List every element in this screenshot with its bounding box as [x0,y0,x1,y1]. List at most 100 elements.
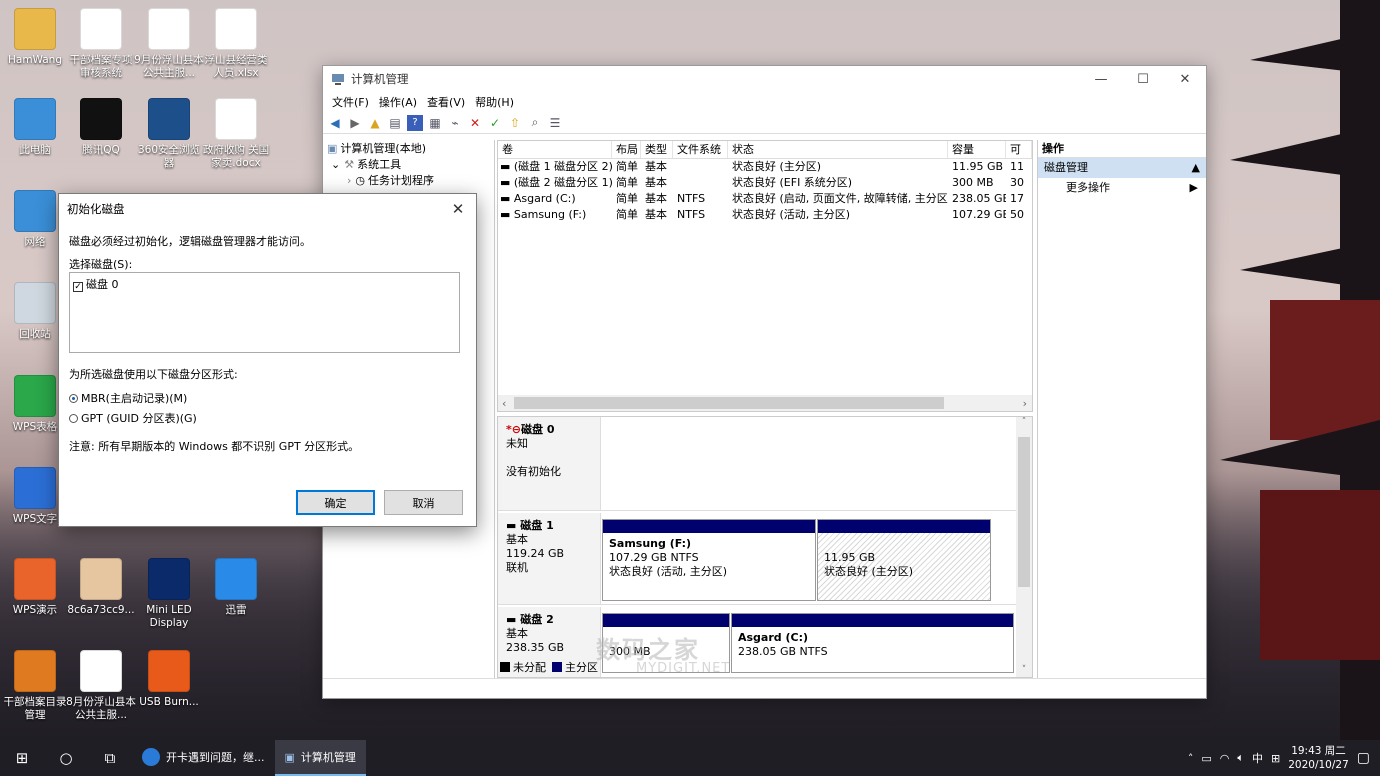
scroll-right-icon[interactable]: › [1023,397,1027,410]
table-row[interactable]: ▬ Asgard (C:) 简单 基本 NTFS 状态良好 (启动, 页面文件, 故障转… [498,191,1032,207]
back-icon[interactable]: ◀ [327,115,343,131]
delete-icon[interactable]: ✕ [467,115,483,131]
vscroll-thumb[interactable] [1018,437,1030,587]
table-row[interactable]: ▬ (磁盘 1 磁盘分区 2) 简单 基本 状态良好 (主分区) 11.95 GB 11 [498,159,1032,175]
hscroll-thumb[interactable] [514,397,944,409]
menu-action[interactable]: 操作(A) [374,94,422,110]
task-view-icon[interactable]: ⧉ [88,740,132,776]
properties-icon[interactable]: ▦ [427,115,443,131]
menu-help[interactable]: 帮助(H) [470,94,519,110]
watermark: 数码之家 MYDIGIT.NET [596,636,731,676]
desktop-icon[interactable]: WPS演示 [0,558,70,617]
menu-view[interactable]: 查看(V) [422,94,470,110]
ime-indicator[interactable]: 中 [1252,750,1263,766]
disk-0-row[interactable]: *⊖磁盘 0 未知 没有初始化 [498,417,1016,511]
desktop-icon[interactable]: 腾讯QQ [66,98,136,157]
scroll-left-icon[interactable]: ‹ [502,397,506,410]
minimize-button[interactable]: — [1080,66,1122,92]
notification-icon[interactable]: ▢ [1357,750,1370,766]
gpt-radio[interactable]: GPT (GUID 分区表)(G) [69,410,197,426]
mbr-radio[interactable]: MBR(主启动记录)(M) [69,390,187,406]
cancel-button[interactable]: 取消 [384,490,463,515]
col-status[interactable]: 状态 [728,141,948,158]
table-cell: 基本 [645,176,667,189]
windows-start-icon[interactable]: ⊞ [0,740,44,776]
forward-icon[interactable]: ▶ [347,115,363,131]
maximize-button[interactable]: ☐ [1122,66,1164,92]
window-titlebar[interactable]: 计算机管理 [323,66,1206,92]
disk-1-row[interactable]: ▬ 磁盘 1 基本 119.24 GB 联机 Samsung (F:) 107.… [498,513,1016,605]
tree-task-scheduler[interactable]: › ◷ 任务计划程序 [323,172,494,188]
disk-1-info[interactable]: ▬ 磁盘 1 基本 119.24 GB 联机 [498,513,601,604]
search-icon[interactable]: ⌕ [527,115,543,131]
ok-button[interactable]: 确定 [296,490,375,515]
table-row[interactable]: ▬ (磁盘 2 磁盘分区 1) 简单 基本 状态良好 (EFI 系统分区) 300 MB… [498,175,1032,191]
tree-root[interactable]: ▣ 计算机管理(本地) [323,140,494,156]
radio-selected-icon[interactable] [69,394,78,403]
scroll-up-icon[interactable]: ˄ [1016,417,1032,427]
show-tree-icon[interactable]: ▤ [387,115,403,131]
volume-icon[interactable]: 🔈︎ [1237,751,1244,765]
scroll-down-icon[interactable]: ˅ [1016,665,1032,675]
actions-more[interactable]: 更多操作 ▶ [1038,178,1206,198]
tree-system-tools[interactable]: ⌄ ⚒ 系统工具 [323,156,494,172]
taskbar: ⊞ ○ ⧉ 开卡遇到问题，继... ▣ 计算机管理 ˄ ▭ ◠ 🔈︎ 中 ⊞ 19… [0,740,1380,776]
desktop-icon-label: 360安全浏览器 [137,144,201,169]
taskbar-app-browser[interactable]: 开卡遇到问题，继... [132,740,275,776]
connect-icon[interactable]: ⌁ [447,115,463,131]
col-capacity[interactable]: 容量 [948,141,1006,158]
checkbox-checked-icon[interactable]: ✓ [73,282,83,292]
table-cell: 基本 [645,160,667,173]
desktop-icon[interactable]: 9月份浮山县本公共主服... [134,8,204,80]
table-row[interactable]: ▬ Samsung (F:) 简单 基本 NTFS 状态良好 (活动, 主分区) 107.… [498,207,1032,223]
col-free[interactable]: 可 [1006,141,1032,158]
battery-icon[interactable]: ▭ [1201,752,1211,765]
tray-expand-icon[interactable]: ˄ [1188,752,1194,765]
disk-uninitialized-icon: *⊖ [506,423,521,436]
clock[interactable]: 19:43 周二 2020/10/27 [1288,744,1349,772]
desktop-icon[interactable]: 干部档案专项审核系统 [66,8,136,80]
volume-name: Asgard (C:) [513,192,576,205]
disk-0-option[interactable]: ✓ 磁盘 0 [73,276,456,292]
volume-list-hscrollbar[interactable]: ‹ › [498,395,1032,411]
partition-unnamed-11gb[interactable]: 11.95 GB 状态良好 (主分区) [817,519,991,601]
col-layout[interactable]: 布局 [612,141,641,158]
desktop-icon[interactable]: 迅雷 [201,558,271,617]
wifi-icon[interactable]: ◠ [1220,752,1230,765]
desktop-icon[interactable]: USB Burn... [134,650,204,709]
col-type[interactable]: 类型 [641,141,673,158]
table-cell: 17 [1010,192,1024,205]
actions-header: 操作 [1038,140,1206,158]
desktop-icon[interactable]: 8c6a73cc9... [66,558,136,617]
desktop-icon[interactable]: 此电脑 [0,98,70,157]
folder-up-icon[interactable]: ⇧ [507,115,523,131]
col-filesystem[interactable]: 文件系统 [673,141,728,158]
table-cell: 300 MB [952,176,994,189]
details-icon[interactable]: ☰ [547,115,563,131]
disk-0-info[interactable]: *⊖磁盘 0 未知 没有初始化 [498,417,601,510]
initialize-disk-dialog[interactable]: 初始化磁盘 ✕ 磁盘必须经过初始化，逻辑磁盘管理器才能访问。 选择磁盘(S): … [58,193,477,527]
help-icon[interactable]: ? [407,114,423,131]
menu-file[interactable]: 文件(F) [327,94,374,110]
partition-asgard[interactable]: Asgard (C:) 238.05 GB NTFS [731,613,1014,673]
desktop-icon[interactable]: Mini LED Display [134,558,204,630]
desktop-icon[interactable]: 政府收购 关国家卖.docx [201,98,271,170]
search-circle-icon[interactable]: ○ [44,740,88,776]
desktop-icon[interactable]: HamWang [0,8,70,67]
ime-mode-icon[interactable]: ⊞ [1271,752,1280,765]
disk-listbox[interactable]: ✓ 磁盘 0 [69,272,460,353]
taskbar-app-computer-management[interactable]: ▣ 计算机管理 [274,740,366,776]
desktop-icon[interactable]: 8月份浮山县本公共主服... [66,650,136,722]
radio-icon[interactable] [69,414,78,423]
actions-disk-management[interactable]: 磁盘管理 ▲ [1038,158,1206,178]
desktop-icon[interactable]: 干部档案目录管理 [0,650,70,722]
desktop-icon[interactable]: 360安全浏览器 [134,98,204,170]
col-volume[interactable]: 卷 [498,141,612,158]
close-button[interactable]: ✕ [1164,66,1206,92]
check-icon[interactable]: ✓ [487,115,503,131]
disk-view-vscrollbar[interactable]: ˄ ˅ [1016,417,1032,677]
dialog-close-button[interactable]: ✕ [446,198,470,220]
partition-samsung[interactable]: Samsung (F:) 107.29 GB NTFS 状态良好 (活动, 主分… [602,519,816,601]
up-folder-icon[interactable]: ▲ [367,115,383,131]
desktop-icon[interactable]: 浮山县经营类人员.xlsx [201,8,271,80]
